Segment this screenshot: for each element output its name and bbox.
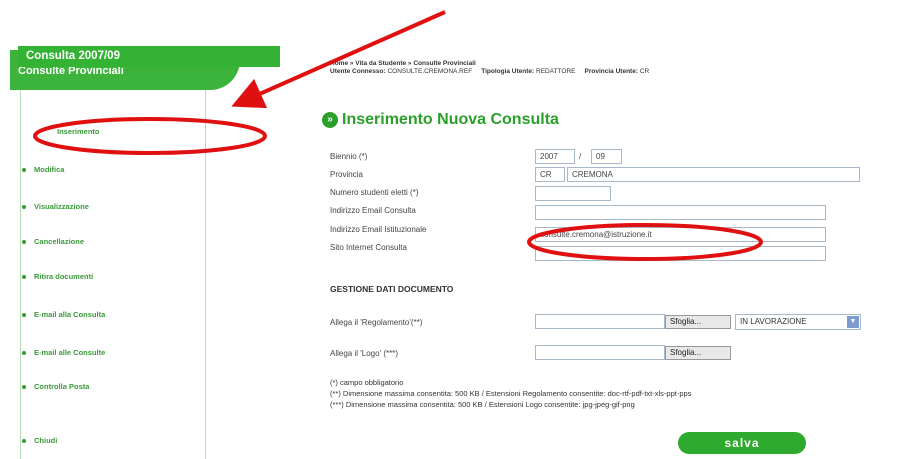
breadcrumb[interactable]: Home » Vita da Studente » Consulte Provi… [330,60,476,67]
sidebar-item-ritira-documenti[interactable]: Ritira documenti [22,272,93,281]
sidebar-item-email-consulta[interactable]: E-mail alla Consulta [22,310,105,319]
page-title: » Inserimento Nuova Consulta [322,111,559,129]
double-chevron-right-icon: » [322,112,338,128]
sidebar-item-label: Controlla Posta [34,382,90,391]
sidebar-item-inserimento[interactable]: Inserimento [45,127,100,136]
email-istituzionale-label: Indirizzo Email Istituzionale [330,225,427,234]
logo-browse-button[interactable]: Sfoglia... [665,346,731,360]
sidebar-item-chiudi[interactable]: Chiudi [22,436,57,445]
save-button[interactable]: salva [678,432,806,454]
type-label: Tipologia Utente: [481,68,535,75]
bullet-icon [22,313,26,318]
sidebar-item-controlla-posta[interactable]: Controlla Posta [22,382,89,391]
biennio-end-input[interactable]: 09 [591,149,622,164]
province-label: Provincia Utente: [584,68,638,75]
user-value: CONSULTE.CREMONA.REF [387,68,473,75]
bullet-icon [22,385,26,390]
studenti-label: Numero studenti eletti (*) [330,188,419,197]
page-title-text: Inserimento Nuova Consulta [342,111,559,128]
bullet-icon [22,240,26,245]
status-value: IN LAVORAZIONE [740,317,807,326]
status-select[interactable]: IN LAVORAZIONE ▼ [735,314,861,330]
provincia-code-input[interactable]: CR [535,167,565,182]
user-label: Utente Connesso: [330,68,386,75]
sidebar-item-cancellazione[interactable]: Cancellazione [22,237,84,246]
sidebar-item-label: Ritira documenti [34,272,94,281]
sidebar-item-modifica[interactable]: Modifica [22,165,64,174]
email-consulta-input[interactable] [535,205,826,220]
bullet-icon [22,168,26,173]
logo-file-input[interactable] [535,345,665,360]
provincia-name-input[interactable]: CREMONA [567,167,860,182]
sidebar-item-email-consulte[interactable]: E-mail alle Consulte [22,348,105,357]
provincia-label: Provincia [330,170,363,179]
regolamento-note: (**) Dimensione massima consentita: 500 … [330,389,692,398]
logo-note: (***) Dimensione massima consentita: 500… [330,400,635,409]
logo-label: Allega il 'Logo' (***) [330,349,398,358]
sidebar-item-label: Cancellazione [34,237,85,246]
email-istituzionale-input[interactable]: consulte.cremona@istruzione.it [535,227,826,242]
sidebar-item-label: Inserimento [57,127,100,136]
sidebar-subheader[interactable]: Consulta 2007/09 [18,46,280,67]
regolamento-label: Allega il 'Regolamento'(**) [330,318,423,327]
sidebar-item-visualizzazione[interactable]: Visualizzazione [22,202,89,211]
biennio-label: Biennio (*) [330,152,368,161]
email-consulta-label: Indirizzo Email Consulta [330,206,416,215]
sito-label: Sito Internet Consulta [330,243,407,252]
bullet-icon [22,351,26,356]
type-value: REDATTORE [536,68,576,75]
sito-input[interactable] [535,246,826,261]
sidebar-subtitle: Consulta 2007/09 [26,50,120,62]
section-title: GESTIONE DATI DOCUMENTO [330,284,454,294]
bullet-icon [22,439,26,444]
sidebar-item-label: Modifica [34,165,65,174]
regolamento-file-input[interactable] [535,314,665,329]
user-info: Home » Vita da Studente » Consulte Provi… [330,60,649,76]
bullet-icon [22,205,26,210]
sidebar-item-label: Visualizzazione [34,202,89,211]
regolamento-browse-button[interactable]: Sfoglia... [665,315,731,329]
chevron-down-icon[interactable]: ▼ [847,316,859,328]
sidebar: Consulte Provinciali [10,50,280,459]
province-value: CR [639,68,650,75]
biennio-separator: / [579,152,582,161]
studenti-input[interactable] [535,186,611,201]
required-note: (*) campo obbligatorio [330,378,404,387]
sidebar-item-label: E-mail alla Consulta [34,310,106,319]
biennio-start-input[interactable]: 2007 [535,149,575,164]
bullet-icon [22,275,26,280]
sidebar-item-label: E-mail alle Consulte [34,348,106,357]
sidebar-item-label: Chiudi [34,436,58,445]
